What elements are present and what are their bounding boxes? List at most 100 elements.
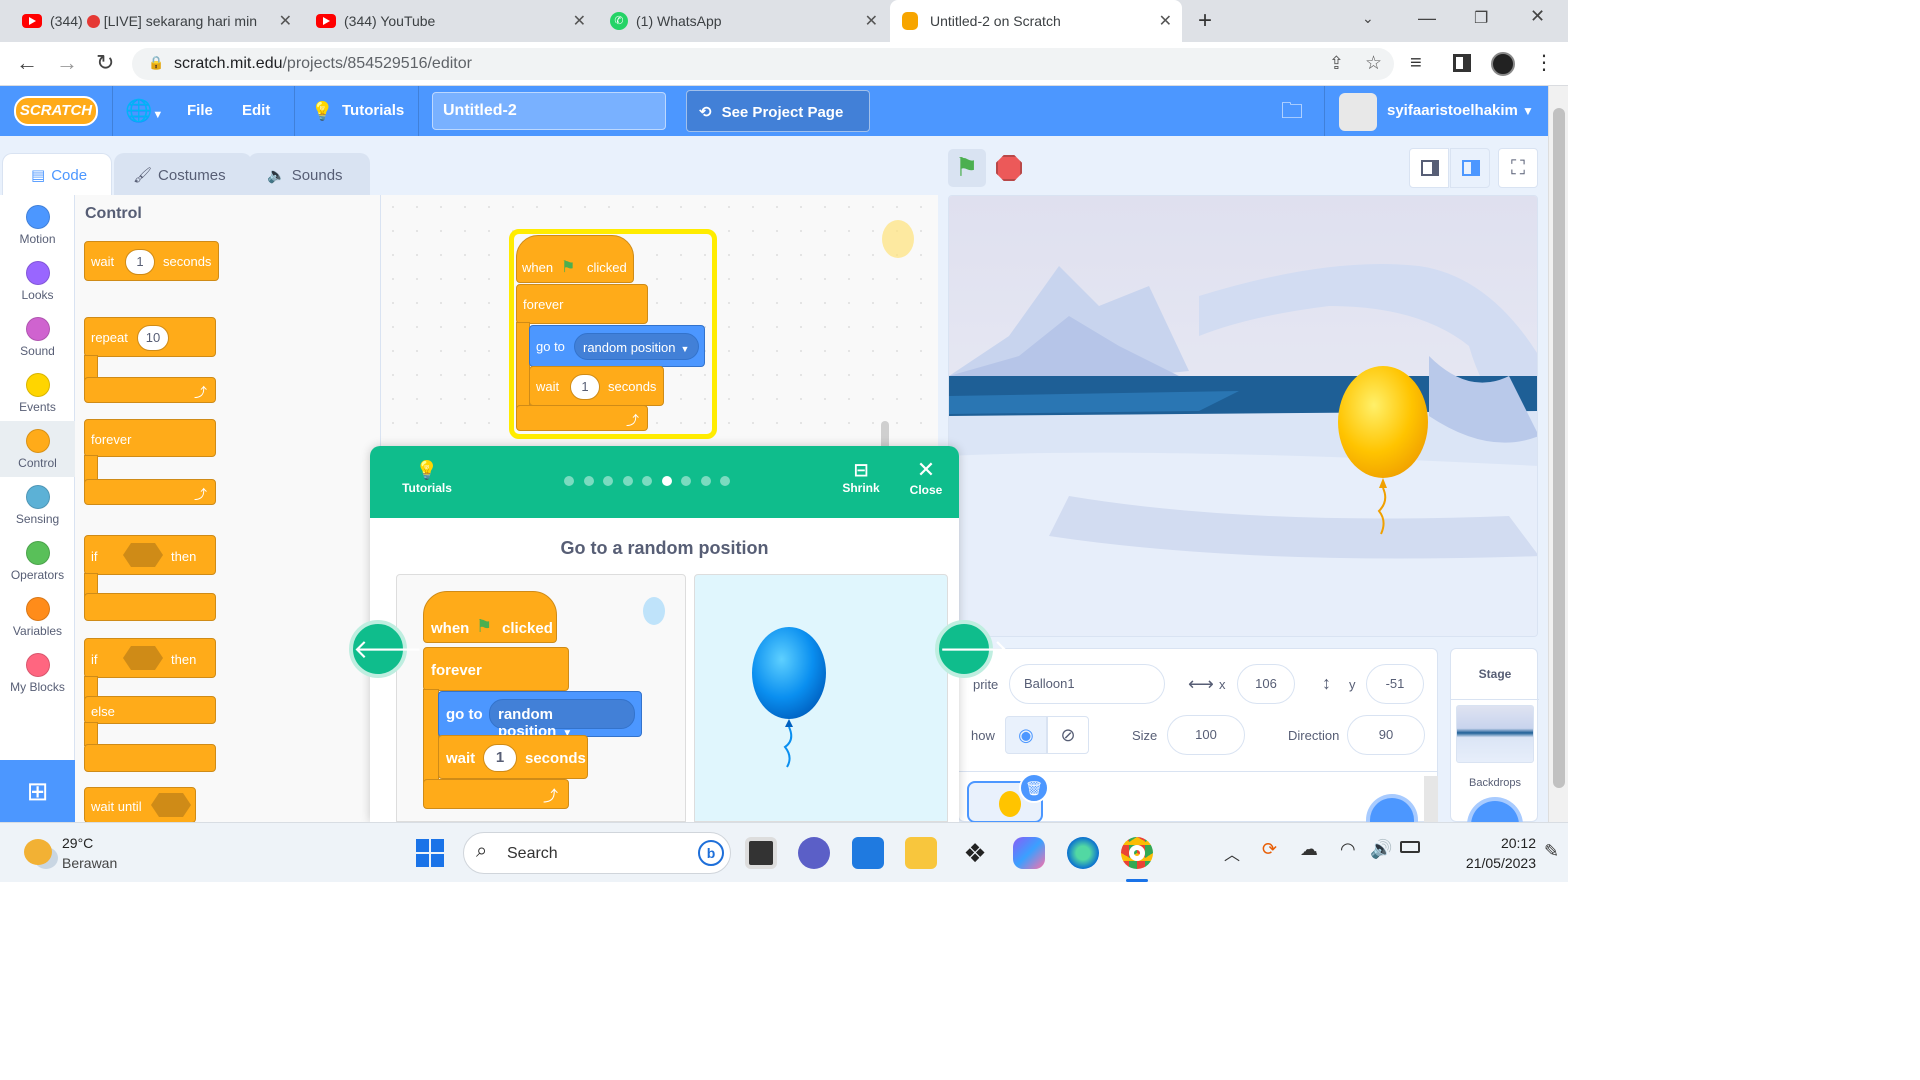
category-sound[interactable]: Sound — [0, 309, 75, 365]
category-control[interactable]: Control — [0, 421, 75, 477]
small-stage-button[interactable] — [1409, 148, 1449, 188]
wait-value-input[interactable]: 1 — [570, 374, 600, 400]
hide-sprite-eye-icon[interactable]: ⊘ — [1047, 716, 1089, 754]
volume-icon[interactable]: 🔊 — [1370, 839, 1392, 860]
delete-sprite-trash-icon[interactable]: 🗑 — [1019, 773, 1049, 803]
close-tab-icon[interactable]: ✕ — [279, 11, 292, 31]
close-tab-icon[interactable]: ✕ — [573, 11, 586, 31]
scratch-logo[interactable]: SCRATCH — [14, 96, 98, 126]
username-menu[interactable]: syifaaristoelhakim — [1387, 86, 1518, 136]
category-operators[interactable]: Operators — [0, 533, 75, 589]
close-tutorial-button[interactable]: ✕ Close — [896, 446, 956, 518]
clock-date[interactable]: 21/05/2023 — [1436, 855, 1536, 871]
project-title-input[interactable]: Untitled-2 — [432, 92, 666, 130]
new-tab-button[interactable]: + — [1198, 7, 1212, 35]
sync-icon[interactable]: ⟳ — [1262, 839, 1277, 860]
sprite-size-input[interactable]: 100 — [1167, 715, 1245, 755]
if-then-block[interactable]: if then — [84, 535, 216, 575]
tab-sounds[interactable]: 🔈 Sounds — [248, 153, 370, 195]
step-dot[interactable] — [681, 476, 691, 486]
stage-selector-panel[interactable]: Stage Backdrops — [1450, 648, 1539, 827]
task-view-icon[interactable] — [745, 837, 777, 869]
show-hidden-icons-icon[interactable]: ︿ — [1224, 841, 1240, 865]
forever-block-script[interactable]: forever — [516, 284, 648, 324]
shrink-button[interactable]: ⊟ Shrink — [832, 446, 890, 518]
wait-value-input[interactable]: 1 — [125, 249, 155, 275]
wait-seconds-block[interactable]: wait 1 seconds — [84, 241, 219, 281]
dropbox-icon[interactable]: ❖ — [959, 837, 991, 869]
onedrive-cloud-icon[interactable]: ☁ — [1300, 839, 1318, 860]
sprite-name-input[interactable]: Balloon1 — [1009, 664, 1165, 704]
go-to-random-position-block[interactable]: go to random position ▼ — [529, 325, 705, 367]
edit-menu[interactable]: Edit — [242, 86, 270, 136]
file-explorer-icon[interactable] — [905, 837, 937, 869]
user-avatar[interactable] — [1339, 93, 1377, 131]
step-dot[interactable] — [720, 476, 730, 486]
browser-menu-icon[interactable]: ⋮ — [1534, 50, 1554, 75]
language-globe-icon[interactable]: 🌐▼ — [125, 86, 163, 136]
step-dot[interactable] — [622, 476, 633, 486]
chevron-down-icon[interactable]: ▼ — [1522, 86, 1534, 136]
back-icon[interactable]: ← — [16, 50, 38, 76]
see-project-page-button[interactable]: ⟲ See Project Page — [686, 90, 870, 132]
taskbar-search[interactable]: ⌕ Search b — [463, 832, 731, 874]
sprite-x-input[interactable]: 106 — [1237, 664, 1295, 704]
if-then-else-block[interactable]: if then — [84, 638, 216, 678]
step-dot[interactable] — [583, 476, 594, 486]
clock-time[interactable]: 20:12 — [1476, 835, 1536, 851]
add-extension-button[interactable]: ⊞ — [0, 760, 75, 822]
copilot-icon[interactable] — [1013, 837, 1045, 869]
tab-live[interactable]: (344) [LIVE] sekarang hari min ✕ — [10, 0, 302, 42]
category-sensing[interactable]: Sensing — [0, 477, 75, 533]
condition-slot[interactable] — [123, 543, 163, 567]
backdrop-thumbnail[interactable] — [1456, 705, 1534, 763]
tab-youtube[interactable]: (344) YouTube ✕ — [304, 0, 596, 42]
stop-button[interactable] — [990, 149, 1028, 187]
tab-whatsapp[interactable]: ✆ (1) WhatsApp ✕ — [598, 0, 888, 42]
bing-icon[interactable]: b — [698, 840, 724, 866]
file-menu[interactable]: File — [187, 86, 213, 136]
minimize-icon[interactable]: — — [1418, 8, 1436, 29]
category-my-blocks[interactable]: My Blocks — [0, 645, 75, 701]
forward-icon[interactable]: → — [56, 50, 78, 76]
tab-search-icon[interactable]: ⌄ — [1362, 10, 1374, 27]
side-panel-icon[interactable] — [1453, 54, 1471, 72]
tab-scratch[interactable]: Untitled-2 on Scratch ✕ — [890, 0, 1182, 42]
green-flag-button[interactable]: ⚑ — [948, 149, 986, 187]
category-looks[interactable]: Looks — [0, 253, 75, 309]
tutorials-menu[interactable]: Tutorials — [342, 86, 404, 136]
tutorials-library-button[interactable]: 💡 Tutorials — [394, 446, 460, 518]
sprite-y-input[interactable]: -51 — [1366, 664, 1424, 704]
reload-icon[interactable]: ↻ — [96, 50, 114, 76]
wait-until-block[interactable]: wait until — [84, 787, 196, 823]
step-dot[interactable] — [564, 476, 574, 486]
category-events[interactable]: Events — [0, 365, 75, 421]
close-tab-icon[interactable]: ✕ — [865, 11, 878, 31]
weather-cloud-sun-icon[interactable] — [24, 839, 52, 865]
edge-browser-icon[interactable] — [1067, 837, 1099, 869]
notification-icon[interactable]: ✎ — [1544, 841, 1559, 862]
fullscreen-icon[interactable]: ⛶ — [1498, 148, 1538, 188]
forever-block[interactable]: forever — [84, 419, 216, 457]
teams-chat-icon[interactable] — [798, 837, 830, 869]
category-motion[interactable]: Motion — [0, 197, 75, 253]
tab-code[interactable]: ▤ Code — [2, 153, 112, 195]
my-stuff-folder-icon[interactable]: 🗀 — [1281, 86, 1303, 136]
step-dot[interactable] — [661, 476, 672, 486]
condition-slot[interactable] — [151, 793, 191, 817]
normal-stage-button[interactable] — [1450, 148, 1490, 188]
wifi-icon[interactable]: ◠ — [1340, 839, 1356, 860]
profile-avatar-icon[interactable] — [1491, 52, 1515, 76]
wait-seconds-block-script[interactable]: wait 1 seconds — [529, 366, 664, 406]
stage-canvas[interactable] — [948, 195, 1538, 637]
go-to-target-dropdown[interactable]: random position ▼ — [574, 333, 699, 360]
share-icon[interactable]: ⇪ — [1329, 53, 1344, 74]
step-dot[interactable] — [700, 476, 711, 486]
close-tab-icon[interactable]: ✕ — [1159, 11, 1172, 31]
weather-temp[interactable]: 29°C — [62, 835, 93, 851]
close-window-icon[interactable]: ✕ — [1530, 6, 1545, 27]
restore-icon[interactable]: ❐ — [1474, 8, 1488, 28]
page-scrollbar[interactable] — [1548, 86, 1568, 822]
condition-slot[interactable] — [123, 646, 163, 670]
when-flag-clicked-block[interactable]: when ⚑ clicked — [516, 235, 634, 283]
